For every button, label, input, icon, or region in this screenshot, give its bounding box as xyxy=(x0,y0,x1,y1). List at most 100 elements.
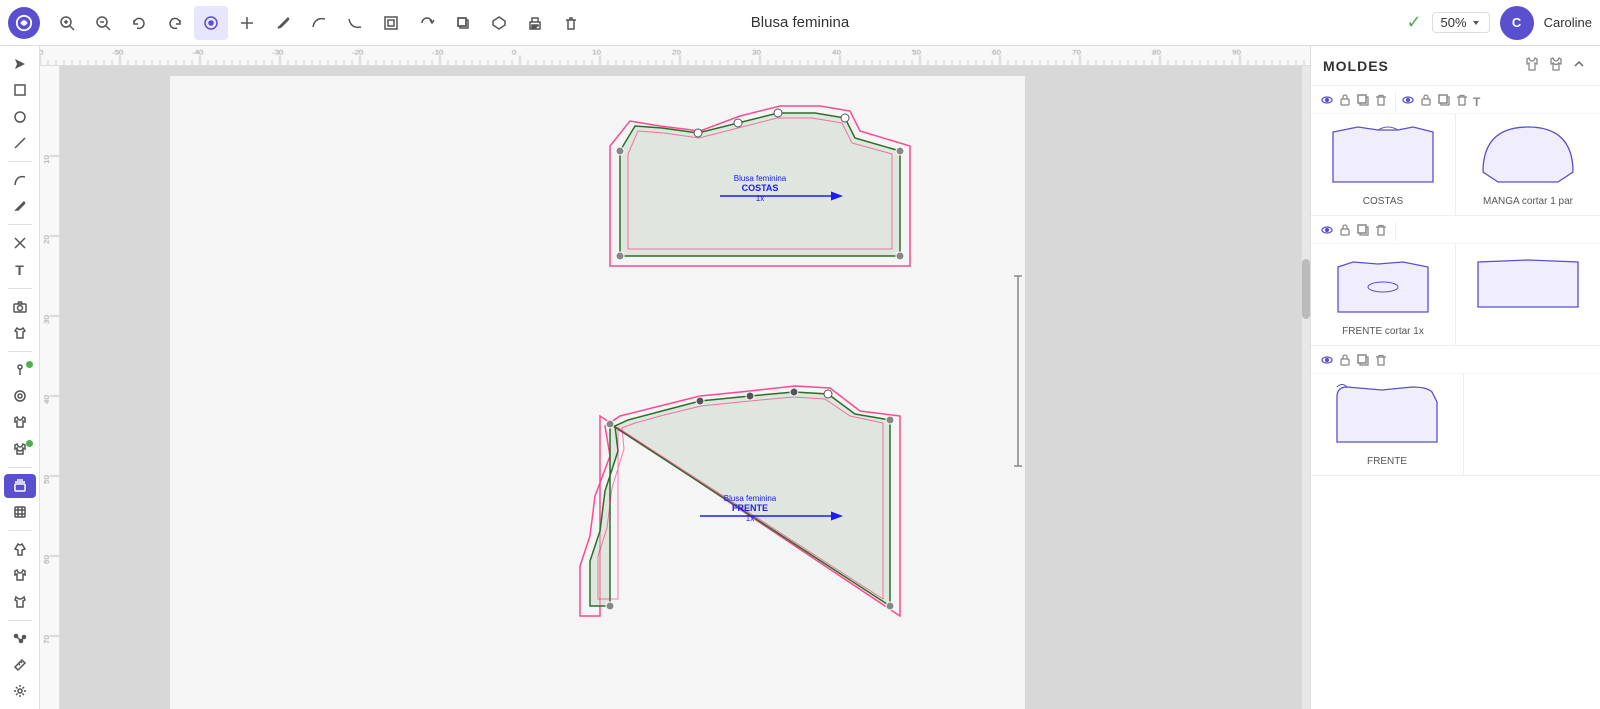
costas-delete-btn[interactable] xyxy=(1373,92,1389,111)
sidebar-tshirt-tool[interactable] xyxy=(4,410,36,434)
toolbar-right: ✓ 50% C Caroline xyxy=(1406,6,1592,40)
sidebar-garment-tool[interactable] xyxy=(4,589,36,613)
costas-manga-preview-row: COSTAS MANGA cortar 1 par xyxy=(1311,114,1600,215)
frente-cortar-lock-btn[interactable] xyxy=(1337,222,1353,241)
sidebar-layers-tool[interactable] xyxy=(4,474,36,498)
molde-row-2: FRENTE cortar 1x xyxy=(1311,216,1600,346)
seam-btn[interactable] xyxy=(482,6,516,40)
pattern-svg: Blusa feminina COSTAS 1x xyxy=(170,76,1025,709)
costas-label: COSTAS xyxy=(1363,196,1403,207)
sidebar-line-tool[interactable] xyxy=(4,131,36,155)
zoom-in-btn[interactable] xyxy=(50,6,84,40)
toolbar: Blusa feminina ✓ 50% C Caroline xyxy=(0,0,1600,46)
sidebar-pencil-tool[interactable] xyxy=(4,194,36,218)
curve-btn[interactable] xyxy=(302,6,336,40)
frente-eye-btn[interactable] xyxy=(1319,352,1335,371)
ruler-top xyxy=(40,46,1310,66)
sidebar-pin-tool[interactable] xyxy=(4,358,36,382)
manga-preview-svg xyxy=(1473,122,1583,192)
frente-preview-svg xyxy=(1332,382,1442,452)
left-sidebar: T xyxy=(0,46,40,709)
zoom-level-label: 50% xyxy=(1441,15,1467,30)
sidebar-stitch-tool[interactable] xyxy=(4,626,36,650)
costas-eye-btn[interactable] xyxy=(1319,92,1335,111)
manga-text-btn[interactable]: T xyxy=(1472,94,1481,110)
select-btn[interactable] xyxy=(194,6,228,40)
frente-cortar-preview-area[interactable]: FRENTE cortar 1x xyxy=(1311,244,1456,345)
sidebar-curve-tool[interactable] xyxy=(4,168,36,192)
frente-piece: Blusa feminina FRENTE 1x xyxy=(580,386,900,616)
ruler-left xyxy=(40,66,60,709)
frente-preview-row: FRENTE xyxy=(1311,374,1600,475)
print-btn[interactable] xyxy=(518,6,552,40)
curve2-btn[interactable] xyxy=(338,6,372,40)
panel-shirt2-icon-btn[interactable] xyxy=(1546,54,1566,77)
panel-collapse-btn[interactable] xyxy=(1570,55,1588,76)
sidebar-circle-tool[interactable] xyxy=(4,105,36,129)
undo-btn[interactable] xyxy=(122,6,156,40)
frente-cortar-right-empty xyxy=(1456,244,1600,345)
frente-copy-btn[interactable] xyxy=(1355,352,1371,371)
sidebar-cross-tool[interactable] xyxy=(4,231,36,255)
molde-row-1: T COSTAS MANGA cortar 1 par xyxy=(1311,86,1600,216)
duplicate-btn[interactable] xyxy=(446,6,480,40)
sidebar-dress-tool[interactable] xyxy=(4,537,36,561)
document-title: Blusa feminina xyxy=(751,14,849,31)
sidebar-settings-tool[interactable] xyxy=(4,679,36,703)
frente-cortar-eye-btn[interactable] xyxy=(1319,222,1335,241)
sidebar-rectangle-tool[interactable] xyxy=(4,78,36,102)
costas-piece: Blusa feminina COSTAS 1x xyxy=(610,106,910,266)
zoom-out-btn[interactable] xyxy=(86,6,120,40)
frente-cortar-preview-row: FRENTE cortar 1x xyxy=(1311,244,1600,345)
frente-preview-area[interactable]: FRENTE xyxy=(1311,374,1464,475)
grainline-btn[interactable] xyxy=(374,6,408,40)
zoom-control[interactable]: 50% xyxy=(1432,12,1490,33)
user-avatar[interactable]: C xyxy=(1500,6,1534,40)
sidebar-camera-tool[interactable] xyxy=(4,294,36,318)
sidebar-tshirt2-tool[interactable] xyxy=(4,437,36,461)
right-panel-title: MOLDES xyxy=(1323,58,1389,74)
manga-eye-btn[interactable] xyxy=(1400,92,1416,111)
vertical-scrollbar[interactable] xyxy=(1302,66,1310,709)
scrollbar-thumb[interactable] xyxy=(1302,259,1310,319)
frente-empty-right xyxy=(1464,374,1600,475)
manga-label: MANGA cortar 1 par xyxy=(1483,196,1573,207)
user-name-label[interactable]: Caroline xyxy=(1544,15,1592,30)
canvas-area: Blusa feminina COSTAS 1x xyxy=(40,46,1310,709)
costas-preview-area[interactable]: COSTAS xyxy=(1311,114,1456,215)
app-logo xyxy=(8,7,40,39)
sidebar-fabric-tool[interactable] xyxy=(4,500,36,524)
sidebar-measure-tool[interactable] xyxy=(4,653,36,677)
rotate-btn[interactable] xyxy=(410,6,444,40)
add-point-btn[interactable] xyxy=(230,6,264,40)
manga-lock-btn[interactable] xyxy=(1418,92,1434,111)
pen-btn[interactable] xyxy=(266,6,300,40)
costas-preview-svg xyxy=(1328,122,1438,192)
delete-btn[interactable] xyxy=(554,6,588,40)
right-panel-header: MOLDES xyxy=(1311,46,1600,86)
svg-text:COSTAS: COSTAS xyxy=(742,183,779,193)
frente-lock-btn[interactable] xyxy=(1337,352,1353,371)
drawing-canvas[interactable]: Blusa feminina COSTAS 1x xyxy=(60,66,1310,709)
manga-delete-btn[interactable] xyxy=(1454,92,1470,111)
sidebar-text-tool[interactable]: T xyxy=(4,257,36,281)
molde-row-3: FRENTE xyxy=(1311,346,1600,476)
frente-cortar-delete-btn[interactable] xyxy=(1373,222,1389,241)
sidebar-vest-tool[interactable] xyxy=(4,321,36,345)
costas-lock-btn[interactable] xyxy=(1337,92,1353,111)
sidebar-pattern-tool[interactable] xyxy=(4,563,36,587)
frente-cortar-copy-btn[interactable] xyxy=(1355,222,1371,241)
svg-text:1x: 1x xyxy=(756,194,764,203)
svg-text:Blusa feminina: Blusa feminina xyxy=(724,494,777,503)
sidebar-ring-tool[interactable] xyxy=(4,384,36,408)
panel-shirt-icon-btn[interactable] xyxy=(1522,54,1542,77)
costas-copy-btn[interactable] xyxy=(1355,92,1371,111)
manga-preview-area[interactable]: MANGA cortar 1 par xyxy=(1456,114,1600,215)
panel-header-icons xyxy=(1522,54,1588,77)
manga-copy-btn[interactable] xyxy=(1436,92,1452,111)
sidebar-arrow-tool[interactable] xyxy=(4,52,36,76)
frente-delete-btn[interactable] xyxy=(1373,352,1389,371)
redo-btn[interactable] xyxy=(158,6,192,40)
save-status-icon: ✓ xyxy=(1406,12,1421,33)
frente-cortar-actions xyxy=(1311,216,1600,244)
